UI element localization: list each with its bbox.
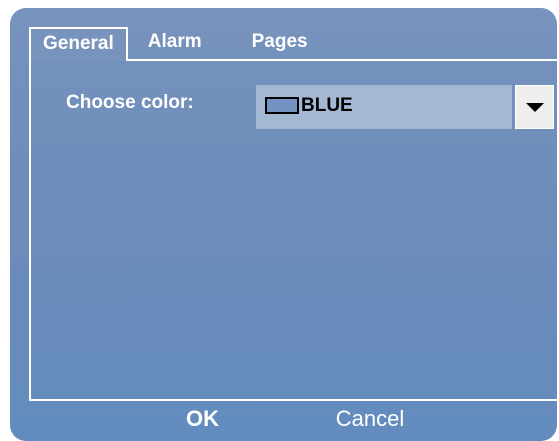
color-select[interactable]: BLUE — [256, 85, 512, 129]
tab-pages[interactable]: Pages — [228, 27, 320, 61]
tab-general[interactable]: General — [29, 27, 128, 61]
ok-button[interactable]: OK — [160, 400, 245, 438]
cancel-button[interactable]: Cancel — [310, 400, 430, 438]
tab-alarm[interactable]: Alarm — [128, 27, 228, 61]
choose-color-label: Choose color: — [66, 92, 194, 113]
tab-bar: General Alarm Pages — [29, 27, 320, 61]
settings-dialog: General Alarm Pages Choose color: BLUE O… — [10, 8, 557, 441]
color-swatch-icon — [265, 97, 299, 114]
general-tab-panel: Choose color: BLUE — [29, 59, 557, 401]
chevron-down-icon — [525, 102, 544, 112]
color-dropdown-button[interactable] — [515, 85, 554, 129]
color-select-value: BLUE — [301, 95, 353, 116]
